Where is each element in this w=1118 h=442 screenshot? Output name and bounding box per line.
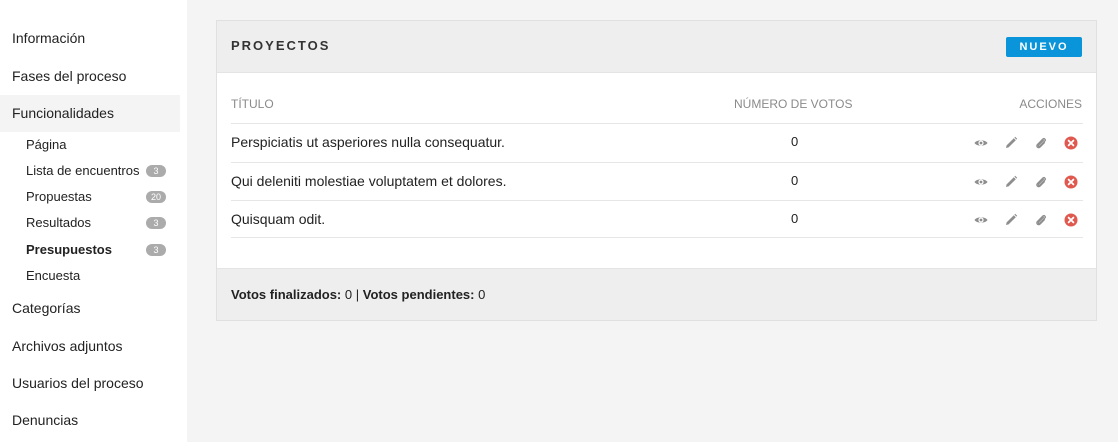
sidebar-item-denuncias[interactable]: Denuncias bbox=[0, 402, 180, 439]
close-circle-icon[interactable] bbox=[1063, 174, 1079, 190]
sidebar-subitem-label: Encuesta bbox=[26, 268, 81, 283]
pencil-icon[interactable] bbox=[1003, 212, 1019, 228]
pending-votes-value: 0 bbox=[478, 287, 486, 302]
paperclip-icon[interactable] bbox=[1033, 212, 1049, 228]
column-header-title[interactable]: Título bbox=[231, 97, 274, 111]
sidebar-subitem-encuentros[interactable]: Lista de encuentros 3 bbox=[26, 160, 166, 182]
eye-icon[interactable] bbox=[973, 174, 989, 190]
table-row: Qui deleniti molestiae voluptatem et dol… bbox=[231, 162, 1083, 200]
close-circle-icon[interactable] bbox=[1063, 135, 1079, 151]
paperclip-icon[interactable] bbox=[1033, 174, 1049, 190]
sidebar-item-informacion[interactable]: Información bbox=[0, 20, 180, 57]
new-project-button[interactable]: NUEVO bbox=[1006, 37, 1082, 57]
sidebar-subitem-label: Presupuestos bbox=[26, 242, 112, 257]
eye-icon[interactable] bbox=[973, 212, 989, 228]
sidebar-item-usuarios[interactable]: Usuarios del proceso bbox=[0, 365, 180, 402]
project-title: Perspiciatis ut asperiores nulla consequ… bbox=[231, 134, 505, 150]
sidebar-subitem-label: Página bbox=[26, 137, 67, 152]
project-votes: 0 bbox=[791, 173, 799, 188]
count-badge: 3 bbox=[146, 217, 166, 229]
sidebar-subitem-presupuestos[interactable]: Presupuestos 3 bbox=[26, 239, 166, 261]
card-header: PROYECTOS NUEVO bbox=[217, 21, 1096, 73]
pencil-icon[interactable] bbox=[1003, 135, 1019, 151]
summary-separator: | bbox=[355, 287, 360, 302]
count-badge: 3 bbox=[146, 244, 166, 256]
project-title: Quisquam odit. bbox=[231, 211, 326, 227]
close-circle-icon[interactable] bbox=[1063, 212, 1079, 228]
sidebar-subitem-label: Lista de encuentros bbox=[26, 163, 140, 178]
table-row: Perspiciatis ut asperiores nulla consequ… bbox=[231, 123, 1083, 161]
project-votes: 0 bbox=[791, 211, 799, 226]
table-row: Quisquam odit. 0 bbox=[231, 200, 1083, 238]
row-actions bbox=[973, 212, 1083, 228]
sidebar-subitem-resultados[interactable]: Resultados 3 bbox=[26, 212, 166, 234]
pending-votes-label: Votos pendientes: bbox=[362, 287, 475, 302]
finished-votes-label: Votos finalizados: bbox=[231, 287, 342, 302]
votes-summary: Votos finalizados: 0 | Votos pendientes:… bbox=[231, 287, 485, 302]
sidebar-item-archivos[interactable]: Archivos adjuntos bbox=[0, 328, 180, 365]
finished-votes-value: 0 bbox=[344, 287, 353, 302]
sidebar: Información Fases del proceso Funcionali… bbox=[0, 0, 187, 442]
project-title: Qui deleniti molestiae voluptatem et dol… bbox=[231, 173, 507, 189]
sidebar-item-categorias[interactable]: Categorías bbox=[0, 290, 180, 327]
count-badge: 3 bbox=[146, 165, 166, 177]
column-header-actions: Acciones bbox=[1019, 97, 1082, 111]
paperclip-icon[interactable] bbox=[1033, 135, 1049, 151]
sidebar-subitem-encuesta[interactable]: Encuesta bbox=[26, 265, 166, 287]
row-actions bbox=[973, 174, 1083, 190]
project-votes: 0 bbox=[791, 134, 799, 149]
card-title: PROYECTOS bbox=[231, 38, 331, 53]
projects-card: PROYECTOS NUEVO Título Número de votos A… bbox=[216, 20, 1097, 321]
count-badge: 20 bbox=[145, 191, 166, 203]
eye-icon[interactable] bbox=[973, 135, 989, 151]
card-footer: Votos finalizados: 0 | Votos pendientes:… bbox=[217, 268, 1096, 320]
row-actions bbox=[973, 135, 1083, 151]
sidebar-item-funcionalidades[interactable]: Funcionalidades bbox=[0, 95, 180, 132]
sidebar-subitem-label: Propuestas bbox=[26, 189, 92, 204]
column-header-votes[interactable]: Número de votos bbox=[734, 97, 852, 111]
sidebar-subitem-propuestas[interactable]: Propuestas 20 bbox=[26, 186, 166, 208]
pencil-icon[interactable] bbox=[1003, 174, 1019, 190]
sidebar-subitem-label: Resultados bbox=[26, 215, 92, 230]
sidebar-item-fases[interactable]: Fases del proceso bbox=[0, 58, 180, 95]
sidebar-subitem-pagina[interactable]: Página bbox=[26, 134, 166, 156]
